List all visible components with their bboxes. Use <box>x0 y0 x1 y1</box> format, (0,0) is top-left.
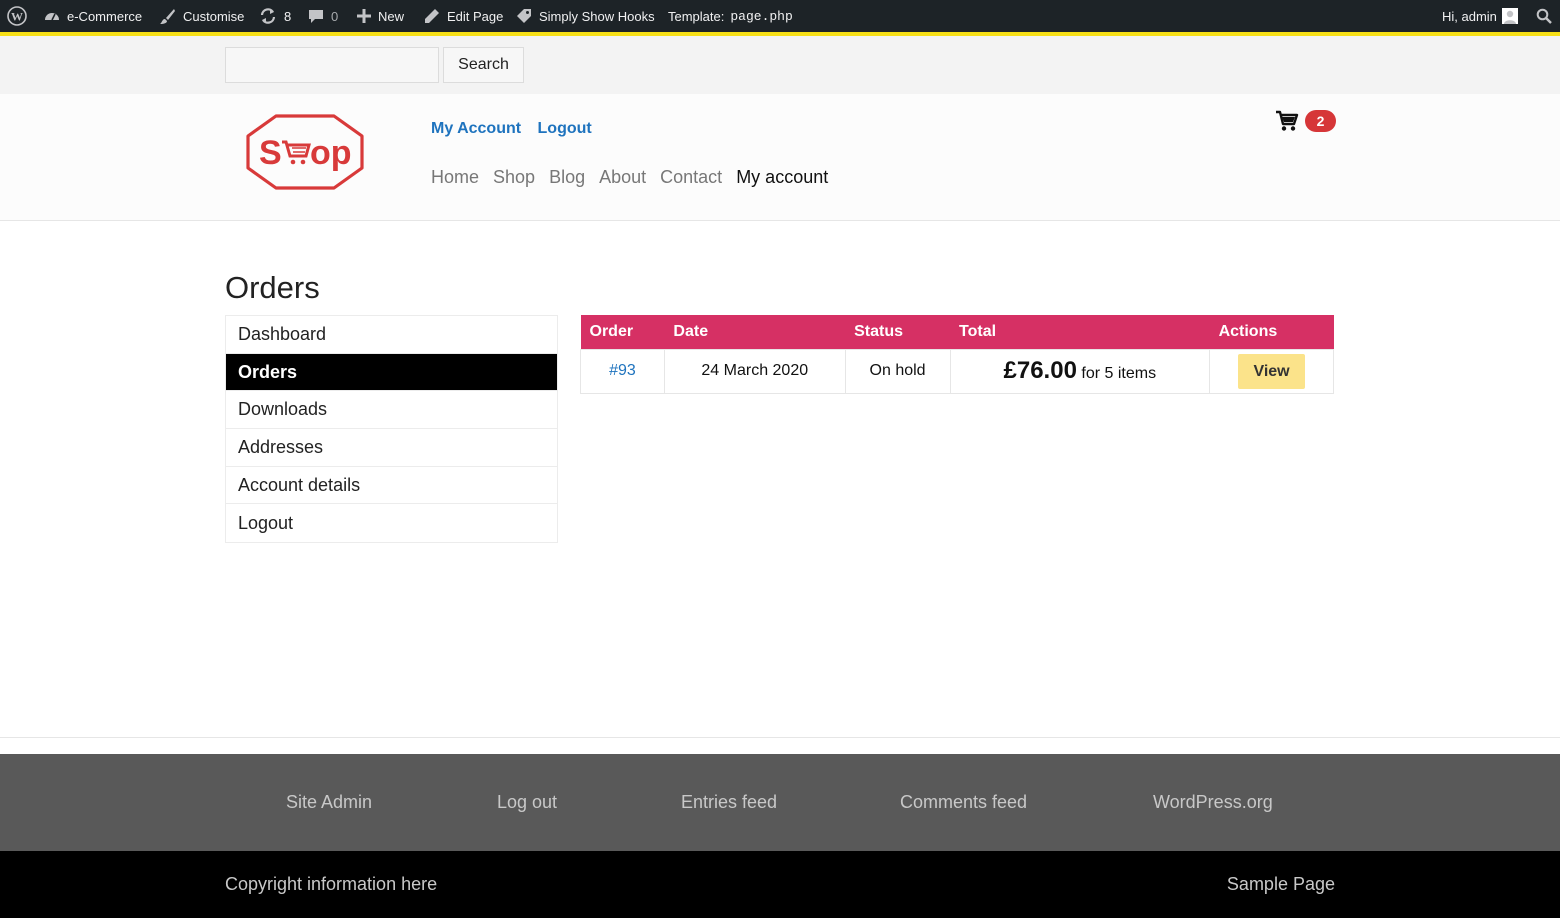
template-file: page.php <box>730 8 793 24</box>
orders-table: Order Date Status Total Actions #93 24 M… <box>580 315 1334 394</box>
updates-icon <box>260 8 276 24</box>
account-links: My Account Logout <box>431 120 604 138</box>
admin-search-icon[interactable] <box>1536 0 1552 32</box>
site-name-link[interactable]: e-Commerce <box>44 0 142 32</box>
new-link[interactable]: New <box>357 0 404 32</box>
table-row: #93 24 March 2020 On hold £76.00 for 5 i… <box>580 348 1334 394</box>
edit-page-label: Edit Page <box>447 8 504 24</box>
cart-count-badge: 2 <box>1305 110 1336 132</box>
nav-about[interactable]: About <box>599 167 646 188</box>
comments-count: 0 <box>331 8 339 24</box>
tag-icon <box>517 9 531 23</box>
account-nav-logout[interactable]: Logout <box>226 504 557 542</box>
account-nav-account-details[interactable]: Account details <box>226 467 557 505</box>
footer-links-bar: Site Admin Log out Entries feed Comments… <box>0 754 1560 851</box>
my-account-menu[interactable]: Hi, admin <box>1442 0 1518 32</box>
cart-icon <box>1276 110 1299 131</box>
account-navigation: Dashboard Orders Downloads Addresses Acc… <box>225 315 558 544</box>
logout-link[interactable]: Logout <box>538 120 592 137</box>
new-label: New <box>378 8 405 24</box>
account-nav-addresses[interactable]: Addresses <box>226 429 557 467</box>
nav-blog[interactable]: Blog <box>549 167 585 188</box>
updates-count: 8 <box>284 8 292 24</box>
column-header-status: Status <box>845 315 950 349</box>
my-account-link[interactable]: My Account <box>431 120 521 137</box>
order-status: On hold <box>844 348 951 394</box>
footer-divider <box>0 737 1560 738</box>
updates-link[interactable]: 8 <box>259 0 291 32</box>
search-button[interactable]: Search <box>443 47 524 83</box>
orders-table-header: Order Date Status Total Actions <box>580 315 1334 349</box>
shop-logo[interactable]: S op <box>246 112 364 192</box>
template-label: Template: <box>668 8 725 24</box>
search-input[interactable] <box>225 47 439 83</box>
account-nav-dashboard[interactable]: Dashboard <box>226 316 557 354</box>
account-nav-orders[interactable]: Orders <box>226 353 557 392</box>
nav-home[interactable]: Home <box>431 167 479 188</box>
copyright-text: Copyright information here <box>225 874 438 894</box>
svg-text:S: S <box>259 134 282 172</box>
page-title: Orders <box>225 270 320 305</box>
footer-link-entries-feed[interactable]: Entries feed <box>681 792 777 813</box>
site-name: e-Commerce <box>67 8 143 24</box>
dashboard-icon <box>45 13 59 21</box>
order-item-count: for 5 items <box>1081 365 1157 382</box>
order-total: £76.00 <box>1003 357 1077 384</box>
cart-link[interactable]: 2 <box>1275 110 1336 132</box>
customise-label: Customise <box>183 8 245 24</box>
view-order-button[interactable]: View <box>1238 353 1306 389</box>
comments-link[interactable]: 0 <box>308 0 338 32</box>
nav-shop[interactable]: Shop <box>493 167 535 188</box>
account-nav-downloads[interactable]: Downloads <box>226 391 557 430</box>
pencil-icon <box>425 9 439 23</box>
customise-link[interactable]: Customise <box>159 0 244 32</box>
admin-bar: W e-Commerce Customise 8 0 New Edit Page… <box>0 0 1560 32</box>
comment-icon <box>309 10 323 23</box>
order-actions-cell: View <box>1209 348 1334 394</box>
column-header-total: Total <box>950 315 1210 349</box>
nav-contact[interactable]: Contact <box>660 167 722 188</box>
svg-text:W: W <box>11 10 23 24</box>
hooks-label: Simply Show Hooks <box>539 8 655 24</box>
footer-sample-page-link[interactable]: Sample Page <box>1227 874 1335 895</box>
edit-page-link[interactable]: Edit Page <box>424 0 503 32</box>
footer-link-log-out[interactable]: Log out <box>497 792 557 813</box>
main-navigation: Home Shop Blog About Contact My account <box>431 167 828 188</box>
footer-link-site-admin[interactable]: Site Admin <box>286 792 372 813</box>
order-number-link[interactable]: #93 <box>580 348 665 394</box>
order-date: 24 March 2020 <box>663 348 846 394</box>
svg-text:op: op <box>310 134 352 172</box>
hooks-link[interactable]: Simply Show Hooks <box>516 0 655 32</box>
plus-icon <box>357 9 371 23</box>
footer-link-wordpress-org[interactable]: WordPress.org <box>1153 792 1273 813</box>
column-header-actions: Actions <box>1209 315 1334 349</box>
column-header-date: Date <box>664 315 846 349</box>
template-info: Template: page.php <box>668 0 793 32</box>
search-strip: Search <box>0 36 1560 94</box>
column-header-order: Order <box>580 315 665 349</box>
wordpress-logo-icon[interactable]: W <box>7 0 27 32</box>
nav-my-account[interactable]: My account <box>736 167 828 188</box>
brush-icon <box>160 8 175 24</box>
footer-link-comments-feed[interactable]: Comments feed <box>900 792 1027 813</box>
site-header: S op My Account Logout Home Shop Blog Ab… <box>0 94 1560 221</box>
footer-bottom: Copyright information here Sample Page <box>0 851 1560 918</box>
avatar <box>1501 8 1518 24</box>
order-total-cell: £76.00 for 5 items <box>949 348 1211 394</box>
greeting: Hi, admin <box>1442 8 1497 24</box>
